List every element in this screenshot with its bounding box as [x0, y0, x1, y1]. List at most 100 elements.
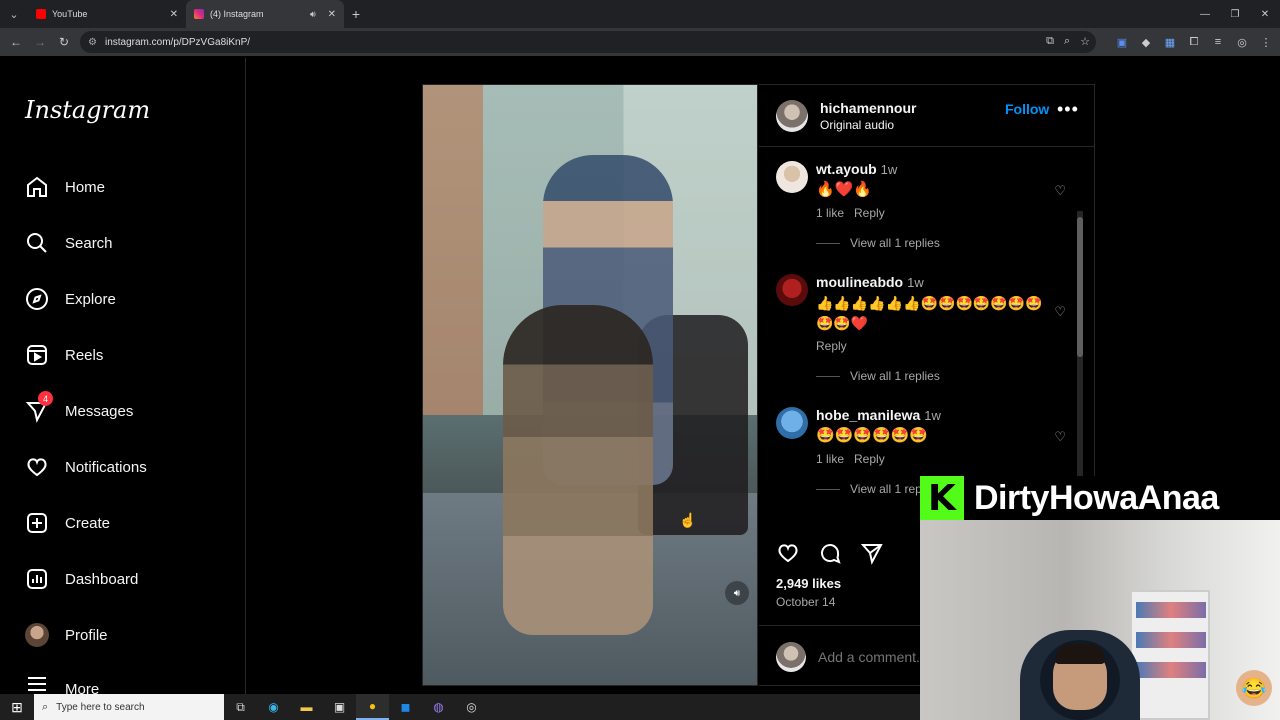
- task-view-icon[interactable]: ⧉: [224, 694, 257, 720]
- comment-username[interactable]: moulineabdo: [816, 274, 903, 290]
- back-icon[interactable]: ←: [4, 30, 28, 54]
- site-info-icon[interactable]: ⚙: [88, 37, 97, 48]
- avatar: [25, 623, 49, 647]
- avatar[interactable]: [776, 99, 808, 132]
- post-header: hichamennour Original audio Follow •••: [759, 85, 1094, 147]
- extension-icon[interactable]: ▦: [1162, 34, 1178, 50]
- heart-icon[interactable]: ♡: [1054, 183, 1066, 199]
- comment-likes[interactable]: 1 like: [816, 452, 844, 466]
- avatar[interactable]: [776, 407, 808, 439]
- scrollbar-thumb[interactable]: [1077, 217, 1083, 357]
- address-bar[interactable]: ⚙ instagram.com/p/DPzVGa8iKnP/ ⧉ ⌕ ☆: [80, 31, 1096, 53]
- extensions-area: ▣ ◆ ▦ ⧠ ≡ ◎ ⋮: [1114, 28, 1274, 56]
- menu-dots-icon[interactable]: ⋮: [1258, 34, 1274, 50]
- windows-start-icon[interactable]: ⊞: [0, 699, 34, 716]
- zoom-icon[interactable]: ⌕: [1064, 35, 1070, 48]
- view-replies[interactable]: View all 1 replies: [816, 236, 1076, 250]
- extension-icon[interactable]: ◆: [1138, 34, 1154, 50]
- youtube-icon: [36, 9, 46, 19]
- reply-button[interactable]: Reply: [854, 206, 885, 220]
- likes-count[interactable]: 2,949 likes: [776, 576, 841, 591]
- post-audio[interactable]: Original audio: [820, 118, 916, 132]
- comment-time: 1w: [924, 408, 941, 423]
- app-icon[interactable]: ◍: [422, 694, 455, 720]
- bookmark-star-icon[interactable]: ☆: [1080, 35, 1090, 48]
- post-actions: [776, 541, 884, 571]
- speaker-icon[interactable]: 🔊︎: [310, 9, 316, 20]
- streamer-banner: K DirtyHowaAnaa: [920, 476, 1280, 520]
- comment-likes[interactable]: 1 like: [816, 206, 844, 220]
- store-icon[interactable]: ▣: [323, 694, 356, 720]
- heart-icon[interactable]: ♡: [1054, 429, 1066, 445]
- heart-icon[interactable]: ♡: [1054, 304, 1066, 320]
- outlook-icon[interactable]: ◼: [389, 694, 422, 720]
- sidebar-item-label: Notifications: [65, 458, 147, 476]
- sidebar-item-create[interactable]: Create: [25, 503, 110, 543]
- post-author[interactable]: hichamennour: [820, 100, 916, 116]
- sidebar-item-notifications[interactable]: Notifications: [25, 447, 147, 487]
- like-heart-icon[interactable]: [776, 541, 800, 571]
- volume-icon[interactable]: 🔊︎: [725, 581, 749, 605]
- sidebar-item-profile[interactable]: Profile: [25, 615, 108, 655]
- comment-username[interactable]: wt.ayoub: [816, 161, 877, 177]
- comment-icon[interactable]: [818, 541, 842, 571]
- post-video[interactable]: 🔊︎: [422, 84, 758, 686]
- sidebar-item-dashboard[interactable]: Dashboard: [25, 559, 138, 599]
- avatar[interactable]: [776, 161, 808, 193]
- reload-icon[interactable]: ↻: [52, 30, 76, 54]
- new-tab-button[interactable]: +: [344, 6, 368, 22]
- taskbar-search[interactable]: ⌕ Type here to search: [34, 694, 224, 720]
- notification-badge: 4: [38, 391, 53, 406]
- reply-button[interactable]: Reply: [854, 452, 885, 466]
- list-item: wt.ayoub 1w 🔥❤️🔥 1 like Reply ♡ View all 1…: [776, 161, 1076, 250]
- tab-youtube[interactable]: YouTube ✕: [28, 0, 186, 28]
- omnibox-actions: ⧉ ⌕ ☆: [1046, 35, 1090, 48]
- sidebar-item-label: Create: [65, 514, 111, 532]
- window-controls: — ❐ ✕: [1190, 0, 1280, 28]
- hand-cursor-icon: ☝: [679, 512, 697, 528]
- follow-button[interactable]: Follow: [1005, 101, 1049, 117]
- sidebar-item-label: More: [65, 681, 100, 695]
- cast-icon[interactable]: ⧉: [1046, 35, 1054, 48]
- tab-search-button[interactable]: ⌄: [0, 0, 28, 28]
- edge-icon[interactable]: ◉: [257, 694, 290, 720]
- puzzle-icon[interactable]: ⧠: [1186, 34, 1202, 50]
- forward-icon[interactable]: →: [28, 30, 52, 54]
- media-control-icon[interactable]: ≡: [1210, 34, 1226, 50]
- close-icon[interactable]: ✕: [328, 9, 336, 20]
- profile-icon[interactable]: ◎: [1234, 34, 1250, 50]
- view-replies[interactable]: View all 1 replies: [816, 369, 1076, 383]
- translate-extension-icon[interactable]: ▣: [1114, 34, 1130, 50]
- comments-list[interactable]: wt.ayoub 1w 🔥❤️🔥 1 like Reply ♡ View all 1…: [759, 147, 1085, 527]
- reply-button[interactable]: Reply: [816, 339, 847, 353]
- comment-username[interactable]: hobe_manilewa: [816, 407, 920, 423]
- video-dog: [503, 305, 653, 635]
- more-options-icon[interactable]: •••: [1057, 99, 1079, 120]
- avatar[interactable]: [776, 274, 808, 306]
- restore-icon[interactable]: ❐: [1220, 0, 1250, 28]
- sidebar-item-reels[interactable]: Reels: [25, 335, 103, 375]
- webcam-shelf: [1130, 590, 1210, 720]
- share-icon[interactable]: [860, 541, 884, 571]
- file-explorer-icon[interactable]: ▬: [290, 694, 323, 720]
- sidebar-item-more[interactable]: More: [25, 671, 99, 695]
- sidebar-item-messages[interactable]: 4 Messages: [25, 391, 133, 431]
- webcam-face: [1053, 644, 1107, 710]
- obs-icon[interactable]: ◎: [455, 694, 488, 720]
- reels-icon: [25, 343, 49, 367]
- chrome-icon[interactable]: ●: [356, 694, 389, 720]
- sidebar-item-explore[interactable]: Explore: [25, 279, 116, 319]
- tab-instagram[interactable]: (4) Instagram 🔊︎ ✕: [186, 0, 344, 28]
- minimize-icon[interactable]: —: [1190, 0, 1220, 28]
- search-icon: ⌕: [42, 700, 49, 713]
- post-date: October 14: [776, 595, 836, 609]
- close-icon[interactable]: ✕: [170, 9, 178, 20]
- plus-icon: [25, 511, 49, 535]
- instagram-logo[interactable]: Instagram: [25, 96, 150, 124]
- comment-text: 👍👍👍👍👍👍🤩🤩🤩🤩🤩🤩🤩🤩🤩❤️: [816, 295, 1043, 331]
- sidebar-item-home[interactable]: Home: [25, 167, 105, 207]
- browser-toolbar: ← → ↻ ⚙ instagram.com/p/DPzVGa8iKnP/ ⧉ ⌕…: [0, 28, 1280, 56]
- dashboard-icon: [25, 567, 49, 591]
- close-window-icon[interactable]: ✕: [1250, 0, 1280, 28]
- sidebar-item-search[interactable]: Search: [25, 223, 113, 263]
